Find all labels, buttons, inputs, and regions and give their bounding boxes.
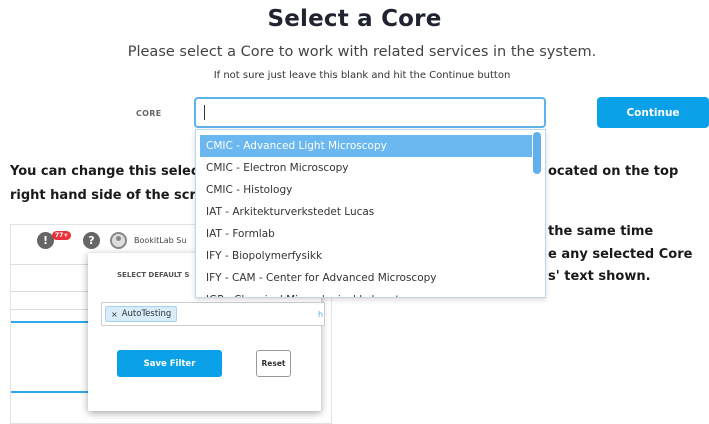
scrollbar-thumb[interactable] — [533, 132, 541, 174]
dropdown-option[interactable]: IAT - Arkitekturverkstedet Lucas — [200, 201, 532, 223]
tag-label: AutoTesting — [121, 309, 172, 319]
dropdown-option[interactable]: CMIC - Electron Microscopy — [200, 157, 532, 179]
highlight-box — [11, 321, 91, 393]
text-caret — [204, 105, 205, 120]
dropdown-scrollbar[interactable] — [533, 130, 544, 297]
dropdown-option[interactable]: IFY - CAM - Center for Advanced Microsco… — [200, 267, 532, 289]
core-select-input[interactable] — [194, 97, 546, 128]
selected-core-tag: × AutoTesting — [105, 306, 178, 322]
page-subtitle: Please select a Core to work with relate… — [127, 44, 597, 60]
dropdown-option[interactable]: IFY - Biopolymerfysikk — [200, 245, 532, 267]
info-text-left-1: You can change this select — [10, 164, 205, 179]
reset-button: Reset — [256, 350, 291, 377]
core-dropdown-list[interactable]: CMIC - Advanced Light Microscopy CMIC - E… — [195, 129, 546, 298]
dropdown-option[interactable]: CMIC - Histology — [200, 179, 532, 201]
user-avatar — [110, 232, 127, 249]
help-icon: ? — [83, 232, 100, 249]
info-text-right-1: ocated on the top — [548, 164, 679, 179]
dropdown-option[interactable]: CMIC - Advanced Light Microscopy — [200, 135, 532, 157]
info-text-left-2: right hand side of the scre — [10, 188, 205, 203]
info-text-right-4: e any selected Core — [548, 247, 693, 262]
notification-badge: 77+ — [52, 231, 72, 240]
hint-text: If not sure just leave this blank and hi… — [213, 70, 511, 81]
dropdown-option[interactable]: IAT - Formlab — [200, 223, 532, 245]
info-text-right-3: the same time — [548, 224, 654, 239]
core-tag-input: × AutoTesting — [101, 302, 325, 326]
info-text-right-5: s' text shown. — [548, 269, 651, 284]
divider — [11, 309, 89, 310]
divider — [11, 291, 89, 292]
continue-button[interactable]: Continue — [597, 97, 709, 128]
remove-tag-icon: × — [111, 309, 118, 319]
core-label: CORE — [136, 109, 162, 118]
page-title: Select a Core — [267, 6, 442, 32]
filter-label: SELECT DEFAULT S — [117, 271, 190, 279]
dropdown-option[interactable]: IGP - Chemical Mineralogical Laboratory — [200, 289, 532, 297]
search-ghost-text: h — [318, 310, 324, 319]
save-filter-button: Save Filter — [117, 350, 222, 377]
user-name: BookitLab Su — [134, 236, 187, 245]
